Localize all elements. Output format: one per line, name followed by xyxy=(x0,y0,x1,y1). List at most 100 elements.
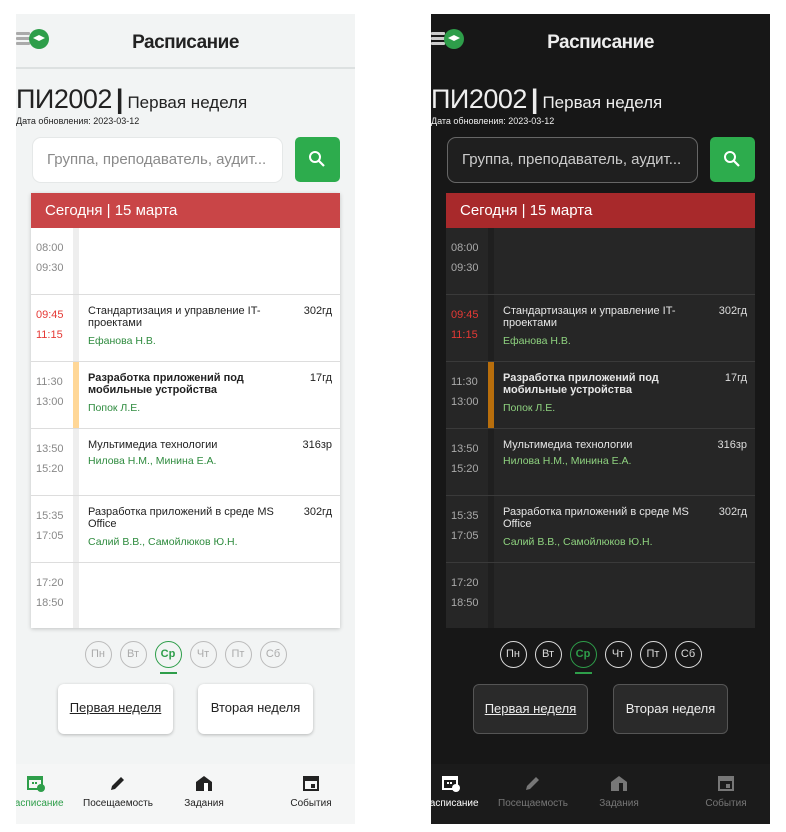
lesson-teacher[interactable]: Салий В.В., Самойлюков Ю.Н. xyxy=(88,536,238,548)
lesson-time: 08:00 09:30 xyxy=(451,242,479,274)
lesson-row[interactable]: 09:45 11:15 Стандартизация и управление I… xyxy=(31,295,340,362)
lesson-marker xyxy=(488,563,494,628)
nav-attendance[interactable]: Посещаемость xyxy=(491,770,575,809)
pencil-icon xyxy=(526,777,539,790)
lesson-teacher[interactable]: Нилова Н.М., Минина Е.А. xyxy=(503,455,631,467)
nav-schedule[interactable]: Расписание xyxy=(431,770,493,809)
lesson-teacher[interactable]: Ефанова Н.В. xyxy=(503,335,571,347)
lesson-row[interactable]: 17:20 18:50 xyxy=(446,563,755,628)
lesson-marker xyxy=(488,429,494,495)
first-week-button[interactable]: Первая неделя xyxy=(473,684,588,734)
search-input[interactable]: Группа, преподаватель, аудит... xyxy=(32,137,283,183)
lesson-teacher[interactable]: Ефанова Н.В. xyxy=(88,335,156,347)
search-input[interactable]: Группа, преподаватель, аудит... xyxy=(447,137,698,183)
lesson-marker xyxy=(73,429,79,495)
top-bar: Расписание xyxy=(431,14,770,69)
search-icon xyxy=(309,151,325,167)
weekday-selector: Пн Вт Ср Чт Пт Сб xyxy=(431,641,770,674)
current-week-label: Первая неделя xyxy=(542,93,663,112)
nav-attendance[interactable]: Посещаемость xyxy=(76,770,160,809)
weekday-mon[interactable]: Пн xyxy=(84,641,112,668)
nav-events[interactable]: События xyxy=(684,770,768,809)
lesson-row[interactable]: 08:00 09:30 xyxy=(31,228,340,295)
top-bar: Расписание xyxy=(16,14,355,69)
lesson-teacher[interactable]: Нилова Н.М., Минина Е.А. xyxy=(88,455,216,467)
lesson-time: 11:30 13:00 xyxy=(451,376,479,408)
lesson-time: 15:35 17:05 xyxy=(451,510,479,542)
weekday-tue[interactable]: Вт xyxy=(119,641,147,668)
screen-dark-theme: Расписание ПИ2002 | Первая неделя Дата обн… xyxy=(431,14,770,824)
lesson-teacher[interactable]: Попок Л.Е. xyxy=(88,402,140,414)
weekday-fri[interactable]: Пт xyxy=(639,641,667,668)
heading-separator: | xyxy=(530,84,539,114)
today-header: Сегодня | 15 марта xyxy=(31,193,340,228)
lesson-room[interactable]: 302гд xyxy=(719,305,747,317)
group-name: ПИ2002 xyxy=(16,84,112,114)
lesson-subject: Стандартизация и управление IT-проектами xyxy=(88,305,261,329)
weekday-sat[interactable]: Сб xyxy=(259,641,287,668)
calendar-icon xyxy=(303,776,319,791)
lesson-subject: Мультимедиа технологии xyxy=(88,439,218,451)
lesson-row[interactable]: 11:30 13:00 Разработка приложений под моб… xyxy=(31,362,340,429)
weekday-thu[interactable]: Чт xyxy=(604,641,632,668)
heading-separator: | xyxy=(115,84,124,114)
second-week-button[interactable]: Вторая неделя xyxy=(198,684,313,734)
nav-tasks[interactable]: Задания xyxy=(577,770,661,809)
lesson-row[interactable]: 13:50 15:20 Мультимедиа технологии Нилова… xyxy=(446,429,755,496)
schedule-card: Сегодня | 15 марта 08:00 09:30 09:45 11:15… xyxy=(31,193,340,628)
weekday-mon[interactable]: Пн xyxy=(499,641,527,668)
lesson-time: 11:30 13:00 xyxy=(36,376,64,408)
app-title: Расписание xyxy=(547,32,654,53)
weekday-thu[interactable]: Чт xyxy=(189,641,217,668)
nav-tasks[interactable]: Задания xyxy=(162,770,246,809)
lesson-row[interactable]: 08:00 09:30 xyxy=(446,228,755,295)
weekday-sat[interactable]: Сб xyxy=(674,641,702,668)
weekday-wed[interactable]: Ср xyxy=(569,641,597,674)
lesson-teacher[interactable]: Салий В.В., Самойлюков Ю.Н. xyxy=(503,536,653,548)
lesson-row[interactable]: 09:45 11:15 Стандартизация и управление I… xyxy=(446,295,755,362)
second-week-button[interactable]: Вторая неделя xyxy=(613,684,728,734)
lesson-marker xyxy=(488,496,494,562)
lesson-row[interactable]: 15:35 17:05 Разработка приложений в среде… xyxy=(446,496,755,563)
weekday-wed[interactable]: Ср xyxy=(154,641,182,674)
lesson-time: 13:50 15:20 xyxy=(36,443,64,475)
search-button[interactable] xyxy=(295,137,340,182)
lesson-room[interactable]: 316зр xyxy=(302,439,332,451)
weekday-selector: Пн Вт Ср Чт Пт Сб xyxy=(16,641,355,674)
lesson-teacher[interactable]: Попок Л.Е. xyxy=(503,402,555,414)
lesson-row[interactable]: 13:50 15:20 Мультимедиа технологии Нилова… xyxy=(31,429,340,496)
lesson-marker xyxy=(488,228,494,294)
bottom-navigation: Расписание Посещаемость Задания События xyxy=(16,764,355,824)
lesson-room[interactable]: 17гд xyxy=(310,372,332,384)
lesson-subject: Разработка приложений под мобильные устр… xyxy=(503,372,659,396)
lesson-time: 08:00 09:30 xyxy=(36,242,64,274)
lesson-room[interactable]: 316зр xyxy=(717,439,747,451)
calendar-clock-icon xyxy=(442,776,460,792)
lesson-subject: Разработка приложений в среде MS Office xyxy=(88,506,274,530)
lesson-room[interactable]: 302гд xyxy=(304,305,332,317)
bottom-navigation: Расписание Посещаемость Задания События xyxy=(431,764,770,824)
current-week-label: Первая неделя xyxy=(127,93,248,112)
lesson-subject: Стандартизация и управление IT-проектами xyxy=(503,305,676,329)
lesson-row[interactable]: 11:30 13:00 Разработка приложений под моб… xyxy=(446,362,755,429)
nav-events[interactable]: События xyxy=(269,770,353,809)
screen-light-theme: Расписание ПИ2002 | Первая неделя Дата обн… xyxy=(16,14,355,824)
lesson-room[interactable]: 17гд xyxy=(725,372,747,384)
update-date: Дата обновления: 2023-03-12 xyxy=(16,116,140,126)
lesson-subject: Мультимедиа технологии xyxy=(503,439,633,451)
search-button[interactable] xyxy=(710,137,755,182)
first-week-button[interactable]: Первая неделя xyxy=(58,684,173,734)
lesson-time: 09:45 11:15 xyxy=(36,309,64,341)
lesson-room[interactable]: 302гд xyxy=(719,506,747,518)
nav-schedule[interactable]: Расписание xyxy=(16,770,78,809)
lesson-time: 17:20 18:50 xyxy=(451,577,479,609)
weekday-tue[interactable]: Вт xyxy=(534,641,562,668)
lesson-row[interactable]: 17:20 18:50 xyxy=(31,563,340,628)
house-icon xyxy=(611,776,627,791)
weekday-fri[interactable]: Пт xyxy=(224,641,252,668)
lesson-row[interactable]: 15:35 17:05 Разработка приложений в среде… xyxy=(31,496,340,563)
lesson-marker xyxy=(73,496,79,562)
lesson-subject: Разработка приложений в среде MS Office xyxy=(503,506,689,530)
group-heading: ПИ2002 | Первая неделя xyxy=(431,84,662,115)
lesson-room[interactable]: 302гд xyxy=(304,506,332,518)
